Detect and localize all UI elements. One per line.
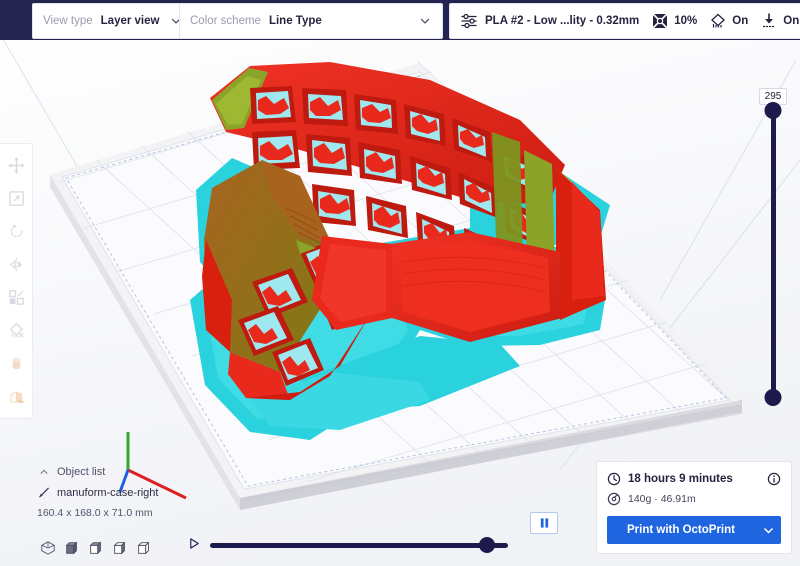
scale-tool[interactable] [0, 182, 33, 215]
object-list-header[interactable]: Object list [36, 463, 158, 480]
print-button-label: Print with OctoPrint [627, 524, 735, 536]
tool-sidebar [0, 143, 33, 419]
custom-supports-cylinder-tool[interactable] [0, 347, 33, 380]
pause-icon [539, 517, 550, 529]
per-model-settings-icon [7, 288, 26, 307]
rotate-icon [7, 222, 26, 241]
support-setting[interactable]: On [709, 12, 748, 30]
print-time-row: 18 hours 9 minutes [607, 472, 781, 486]
support-icon [709, 12, 727, 30]
layer-slider[interactable]: 295 [756, 88, 790, 406]
scale-icon [7, 189, 26, 208]
layer-slider-track[interactable] [764, 102, 782, 406]
playback-track[interactable] [210, 537, 508, 553]
cura-window: View type Layer view Color scheme Line T… [0, 0, 800, 566]
view-type-value: Layer view [100, 15, 160, 27]
play-button[interactable] [188, 537, 204, 553]
chevron-down-icon [418, 14, 432, 28]
simulation-playback-slider[interactable] [188, 536, 508, 554]
view-isometric[interactable] [40, 540, 56, 556]
print-profile-value: PLA #2 - Low ...lity - 0.32mm [485, 15, 640, 27]
per-model-settings-tool[interactable] [0, 281, 33, 314]
infill-icon [651, 12, 669, 30]
view-type-dropdown[interactable]: View type Layer view [33, 4, 181, 38]
color-scheme-label: Color scheme [190, 15, 261, 27]
material-row: 140g · 46.91m [607, 492, 781, 506]
list-item[interactable]: manuform-case-right [36, 483, 158, 502]
custom-supports-block-tool[interactable] [0, 380, 33, 413]
color-scheme-dropdown[interactable]: Color scheme Line Type [180, 4, 442, 38]
infill-value: 10% [674, 15, 698, 27]
view-front[interactable] [64, 540, 80, 556]
sliders-icon [460, 12, 478, 30]
support-value: On [732, 15, 749, 27]
adhesion-icon [760, 12, 778, 30]
block-support-icon [7, 387, 26, 406]
print-with-octoprint-button[interactable]: Print with OctoPrint [607, 516, 781, 544]
mirror-icon [7, 255, 26, 274]
mirror-tool[interactable] [0, 248, 33, 281]
view-top[interactable] [88, 540, 104, 556]
cylinder-icon [7, 354, 26, 373]
adhesion-setting[interactable]: On [760, 12, 799, 30]
support-blocker-icon [7, 321, 26, 340]
view-left[interactable] [112, 540, 128, 556]
move-icon [7, 156, 26, 175]
print-time-value: 18 hours 9 minutes [628, 473, 733, 485]
color-scheme-value: Line Type [268, 15, 322, 27]
layer-slider-upper-handle[interactable] [764, 102, 782, 119]
playback-handle[interactable] [479, 537, 496, 553]
spool-icon [607, 492, 621, 506]
play-icon [188, 537, 204, 550]
edit-pencil-icon [36, 486, 52, 499]
chevron-up-icon [36, 467, 52, 477]
infill-setting[interactable]: 10% [651, 12, 697, 30]
view-settings-card: View type Layer view Color scheme Line T… [32, 3, 443, 39]
rotate-tool[interactable] [0, 215, 33, 248]
material-value: 140g · 46.91m [628, 493, 696, 505]
view-type-label: View type [43, 15, 93, 27]
view-toolbar: View type Layer view Color scheme Line T… [32, 3, 800, 39]
print-summary-panel: 18 hours 9 minutes 140g · 46.91m Print w… [596, 461, 792, 554]
object-dimensions: 160.4 x 168.0 x 71.0 mm [37, 507, 153, 519]
move-tool[interactable] [0, 149, 33, 182]
clock-icon [607, 472, 621, 486]
object-list-title: Object list [57, 465, 106, 478]
info-circle-icon[interactable] [767, 472, 781, 486]
layer-slider-lower-handle[interactable] [764, 389, 782, 406]
camera-view-buttons [40, 540, 152, 556]
view-right[interactable] [136, 540, 152, 556]
object-name: manuform-case-right [57, 486, 159, 499]
support-blocker-tool[interactable] [0, 314, 33, 347]
chevron-down-icon[interactable] [755, 524, 781, 537]
object-list-panel: Object list manuform-case-right 160.4 x … [36, 463, 158, 520]
adhesion-value: On [783, 15, 800, 27]
pause-button[interactable] [530, 512, 558, 534]
print-settings-card[interactable]: PLA #2 - Low ...lity - 0.32mm 10% On On [449, 3, 800, 39]
